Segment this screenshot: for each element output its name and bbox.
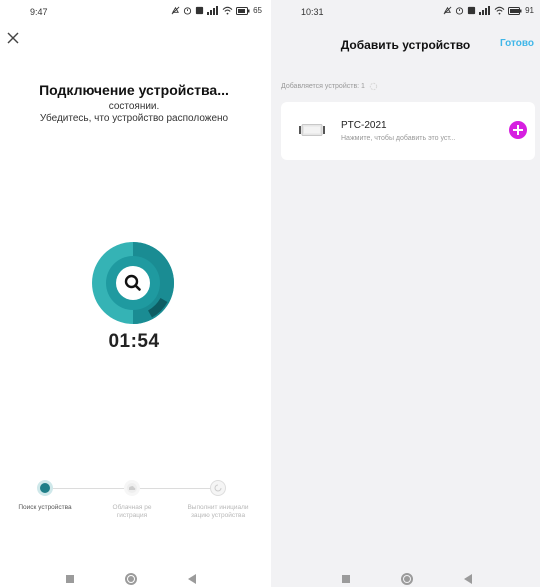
alarm-icon (455, 7, 464, 15)
step-2-indicator (124, 480, 140, 496)
system-nav-bar (0, 571, 268, 587)
step-1-label: Поиск устройства (18, 504, 72, 511)
adding-status: Добавляется устройств: 1 (281, 82, 378, 91)
status-bar: 10:31 91 (271, 0, 540, 24)
battery-icon (236, 6, 250, 15)
status-icons: 65 (171, 6, 262, 15)
signal-icon (479, 6, 491, 15)
close-icon[interactable] (6, 31, 20, 45)
back-button[interactable] (188, 574, 196, 584)
instruction-text: состоянии. Убедитесь, что устройство рас… (0, 101, 268, 125)
step-3-label: Выполнит инициали зацию устройства (187, 504, 249, 519)
home-button[interactable] (401, 573, 413, 585)
step-2-label: Облачная ре гистрация (112, 504, 152, 519)
add-device-screen: 10:31 91 Добавить устройство Готово Доба… (271, 0, 540, 587)
page-title: Подключение устройства... (39, 82, 229, 98)
step-1-indicator (37, 480, 53, 496)
home-button[interactable] (125, 573, 137, 585)
status-icons: 91 (443, 6, 534, 15)
nfc-icon (195, 6, 204, 15)
status-time: 9:47 (30, 7, 48, 17)
recents-button[interactable] (342, 575, 350, 583)
adding-count-text: Добавляется устройств: 1 (281, 83, 365, 90)
countdown-timer: 01:54 (108, 331, 160, 352)
add-device-button[interactable] (509, 121, 527, 139)
battery-level: 91 (525, 6, 534, 15)
step-3-indicator (210, 480, 226, 496)
wifi-icon (222, 6, 233, 15)
device-card[interactable]: PTC-2021 Нажмите, чтобы добавить это уст… (281, 102, 535, 160)
mute-icon (443, 6, 452, 15)
battery-level: 65 (253, 6, 262, 15)
battery-icon (508, 6, 522, 15)
alarm-icon (183, 7, 192, 15)
mute-icon (171, 6, 180, 15)
recents-button[interactable] (66, 575, 74, 583)
device-hint: Нажмите, чтобы добавить это уст... (341, 135, 456, 142)
device-name: PTC-2021 (341, 120, 387, 131)
status-time: 10:31 (301, 7, 324, 17)
instruction-line-1: состоянии. (108, 101, 160, 112)
signal-icon (207, 6, 219, 15)
instruction-line-2: Убедитесь, что устройство расположено (39, 113, 229, 124)
done-button[interactable]: Готово (500, 38, 534, 49)
system-nav-bar (271, 571, 540, 587)
device-image-icon (299, 124, 325, 136)
search-icon (92, 242, 174, 324)
back-button[interactable] (464, 574, 472, 584)
nfc-icon (467, 6, 476, 15)
loading-spinner-icon (369, 82, 378, 91)
status-bar: 9:47 65 (0, 0, 268, 24)
wifi-icon (494, 6, 505, 15)
connecting-screen: 9:47 65 Подключение устройства... состоя… (0, 0, 268, 587)
refresh-icon (214, 484, 222, 492)
cloud-icon (129, 485, 136, 490)
